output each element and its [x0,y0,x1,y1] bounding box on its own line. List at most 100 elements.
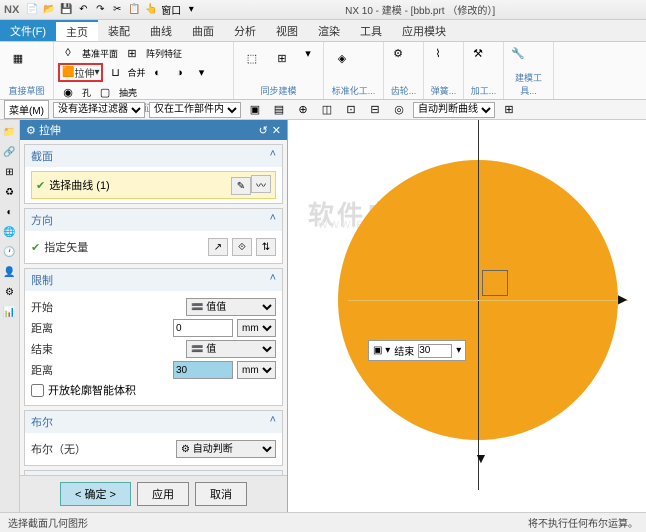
filter-icon-4[interactable]: ◫ [317,101,337,119]
group-model: 建模工具... [508,71,549,97]
gear-icon[interactable]: ⚙ [388,44,408,62]
dropdown-icon[interactable]: ▾ [456,345,461,356]
file-menu[interactable]: 文件(F) [0,20,56,41]
tab-home[interactable]: 主页 [56,20,98,41]
nav-assy-icon[interactable]: 🔗 [2,144,18,160]
tab-tools[interactable]: 工具 [350,20,392,41]
touch-icon[interactable]: 👆 [144,3,158,17]
window-menu[interactable]: 窗口 [161,3,181,17]
pattern-icon[interactable]: ⊞ [122,44,142,62]
graphics-canvas[interactable]: 软件自学网 WWW.RJZXW.COM ▼ ▶ ▣ ▾ 结束 ▾ [288,120,646,512]
collapse-icon[interactable]: ˄ [270,272,276,288]
vector-auto-icon[interactable]: ⟐ [232,238,252,256]
collapse-icon[interactable]: ˄ [270,414,276,430]
open-icon[interactable]: 📂 [42,3,56,17]
tab-assembly[interactable]: 装配 [98,20,140,41]
collapse-icon[interactable]: ˄ [270,212,276,228]
filter-icon-7[interactable]: ◎ [389,101,409,119]
section-direction: 方向˄ ✔ 指定矢量 ↗ ⟐ ⇅ [24,208,283,264]
axis-horizontal [348,300,628,301]
tab-app[interactable]: 应用模块 [392,20,456,41]
scope-filter[interactable]: 仅在工作部件内 [149,102,241,118]
open-profile-checkbox[interactable] [31,384,44,397]
sketch-section-icon[interactable]: ✎ [231,177,251,195]
ok-button[interactable]: < 确定 > [60,482,131,506]
copy-icon[interactable]: 📋 [127,3,141,17]
tab-analysis[interactable]: 分析 [224,20,266,41]
hole-icon[interactable]: ◉ [58,83,78,101]
redo-icon[interactable]: ↷ [93,3,107,17]
curve-rule[interactable]: 自动判断曲线 [413,102,495,118]
more2-icon[interactable]: ▾ [298,44,318,62]
save-icon[interactable]: 💾 [59,3,73,17]
nav-sim-icon[interactable]: 📊 [2,304,18,320]
selection-filter[interactable]: 没有选择过滤器 [53,102,145,118]
end-distance[interactable] [173,361,233,379]
cut-icon[interactable]: ✂ [110,3,124,17]
undo-icon[interactable]: ↶ [76,3,90,17]
more-icon[interactable]: ▾ [192,64,212,82]
menu-button[interactable]: 菜单(M) [4,100,49,119]
shell-icon[interactable]: ▢ [95,83,115,101]
start-unit[interactable]: mm [237,319,276,337]
window-title: NX 10 - 建模 - [bbb.prt （修改的）] [198,2,642,17]
nav-part-icon[interactable]: 📁 [2,124,18,140]
filter-icon-3[interactable]: ⊕ [293,101,313,119]
dynamic-end-value[interactable] [418,344,452,358]
filter-icon-6[interactable]: ⊟ [365,101,385,119]
collapse-icon[interactable]: ˄ [270,148,276,164]
new-icon[interactable]: 📄 [25,3,39,17]
menu-bar: 文件(F) 主页 装配 曲线 曲面 分析 视图 渲染 工具 应用模块 [0,20,646,42]
arrow-down-icon: ▼ [474,450,488,466]
filter-icon-8[interactable]: ⊞ [499,101,519,119]
reverse-icon[interactable]: ⇅ [256,238,276,256]
end-type[interactable]: 🟰 值 [186,340,276,358]
dialog-titlebar: ⚙ 拉伸 ↺ ✕ [20,120,287,140]
nav-constraint-icon[interactable]: ⊞ [2,164,18,180]
dropdown-icon[interactable]: ▾ [184,3,198,17]
filter-icon-5[interactable]: ⊡ [341,101,361,119]
end-unit[interactable]: mm [237,361,276,379]
sync-more-icon[interactable]: ⊞ [268,44,296,72]
spring-icon[interactable]: ⌇ [428,44,448,62]
nav-roles-icon[interactable]: 👤 [2,264,18,280]
reset-icon[interactable]: ↺ [259,125,268,137]
nav-reuse-icon[interactable]: ♻ [2,184,18,200]
boolean-select[interactable]: ⚙ 自动判断 [176,440,276,458]
cube-icon[interactable]: ▣ ▾ [373,345,390,356]
gear-icon[interactable]: ⚙ [26,125,36,137]
nav-browser-icon[interactable]: 🌐 [2,224,18,240]
unite-icon[interactable]: ⊔ [105,64,125,82]
tab-surface[interactable]: 曲面 [182,20,224,41]
surface-icon[interactable]: ◈ [328,44,356,72]
curve-icon[interactable]: 〰 [251,175,271,193]
tab-render[interactable]: 渲染 [308,20,350,41]
work-area: 📁 🔗 ⊞ ♻ ◐ 🌐 🕐 👤 ⚙ 📊 ⚙ 拉伸 ↺✕ 截面˄ ✔选择曲线 (1… [0,120,646,512]
filter-icon-2[interactable]: ▤ [269,101,289,119]
sketch-icon[interactable]: ▦ [4,44,32,72]
edge-blend-icon[interactable]: ◐ [148,64,168,82]
dialog-title: 拉伸 [39,125,61,137]
cancel-button[interactable]: 取消 [195,482,247,506]
tab-view[interactable]: 视图 [266,20,308,41]
nav-history-icon[interactable]: 🕐 [2,244,18,260]
dynamic-input[interactable]: ▣ ▾ 结束 ▾ [368,340,466,361]
start-type[interactable]: 🟰 值值 [186,298,276,316]
vector-icon[interactable]: ↗ [208,238,228,256]
face-blend-icon[interactable]: ◑ [170,64,190,82]
extrude-button[interactable]: 🟧 拉伸 ▾ [58,63,103,82]
filter-icon-1[interactable]: ▣ [245,101,265,119]
tab-curve[interactable]: 曲线 [140,20,182,41]
datum-icon[interactable]: ◊ [58,44,78,62]
select-curve-row[interactable]: ✔选择曲线 (1) ✎〰 [31,171,276,199]
nav-system-icon[interactable]: ⚙ [2,284,18,300]
close-icon[interactable]: ✕ [272,125,281,137]
apply-button[interactable]: 应用 [137,482,189,506]
start-distance[interactable] [173,319,233,337]
modeling-tools-icon[interactable]: 🔧 [508,44,528,62]
move-face-icon[interactable]: ⬚ [238,44,266,72]
nav-hd3d-icon[interactable]: ◐ [2,204,18,220]
group-std: 标准化工... [328,84,379,97]
machining-icon[interactable]: ⚒ [468,44,488,62]
resource-bar: 📁 🔗 ⊞ ♻ ◐ 🌐 🕐 👤 ⚙ 📊 [0,120,20,512]
